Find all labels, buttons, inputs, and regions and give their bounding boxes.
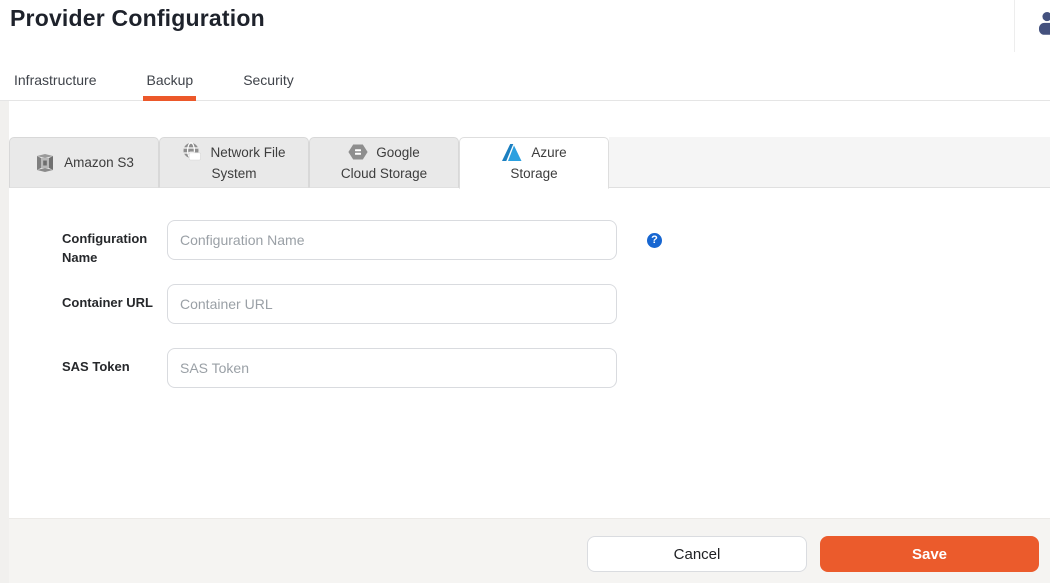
- cancel-button[interactable]: Cancel: [587, 536, 807, 572]
- sas-token-input[interactable]: [167, 348, 617, 388]
- tabstrip-filler: [609, 137, 1050, 188]
- page-header: Provider Configuration Infrastructure Ba…: [0, 0, 1050, 101]
- container-url-label: Container URL: [62, 284, 158, 312]
- provider-tab-label-line2: System: [211, 163, 256, 184]
- provider-tab-label: Amazon S3: [64, 152, 134, 173]
- page-title: Provider Configuration: [10, 5, 265, 32]
- azure-storage-icon: [501, 143, 523, 163]
- save-button[interactable]: Save: [820, 536, 1039, 572]
- provider-tabstrip: Amazon S3: [9, 137, 1050, 189]
- nav-tab-backup[interactable]: Backup: [143, 66, 196, 101]
- header-divider: [1014, 0, 1015, 52]
- configuration-name-input[interactable]: [167, 220, 617, 260]
- user-account-button[interactable]: [1034, 9, 1050, 35]
- provider-tab-label-line2: Storage: [510, 163, 557, 184]
- content-area: Amazon S3: [0, 101, 1050, 583]
- provider-tab-azure-storage[interactable]: Azure Storage: [459, 137, 609, 189]
- provider-tab-amazon-s3[interactable]: Amazon S3: [9, 137, 159, 188]
- provider-tab-google-cloud-storage[interactable]: Google Cloud Storage: [309, 137, 459, 188]
- form-row-configuration-name: Configuration Name ?: [62, 220, 662, 267]
- form-row-container-url: Container URL: [62, 284, 617, 324]
- nav-tab-infrastructure[interactable]: Infrastructure: [11, 66, 99, 101]
- provider-tab-label: Azure: [531, 142, 566, 163]
- nav-tab-security[interactable]: Security: [240, 66, 297, 101]
- form-row-sas-token: SAS Token: [62, 348, 617, 388]
- settings-nav: Infrastructure Backup Security: [11, 66, 341, 101]
- provider-configuration-page: Provider Configuration Infrastructure Ba…: [0, 0, 1050, 583]
- provider-tab-label: Network File: [210, 142, 285, 163]
- backup-panel: Amazon S3: [9, 101, 1050, 583]
- action-footer: Cancel Save: [9, 518, 1050, 583]
- google-cloud-storage-icon: [348, 142, 368, 162]
- provider-tab-network-file-system[interactable]: Network File System: [159, 137, 309, 188]
- sas-token-label: SAS Token: [62, 348, 158, 376]
- user-icon: [1034, 23, 1050, 38]
- amazon-s3-icon: [34, 152, 56, 174]
- configuration-name-label: Configuration Name: [62, 220, 158, 267]
- network-file-system-icon: [182, 142, 202, 162]
- provider-tab-label-line2: Cloud Storage: [341, 163, 427, 184]
- provider-tab-label: Google: [376, 142, 420, 163]
- container-url-input[interactable]: [167, 284, 617, 324]
- help-icon[interactable]: ?: [647, 233, 662, 248]
